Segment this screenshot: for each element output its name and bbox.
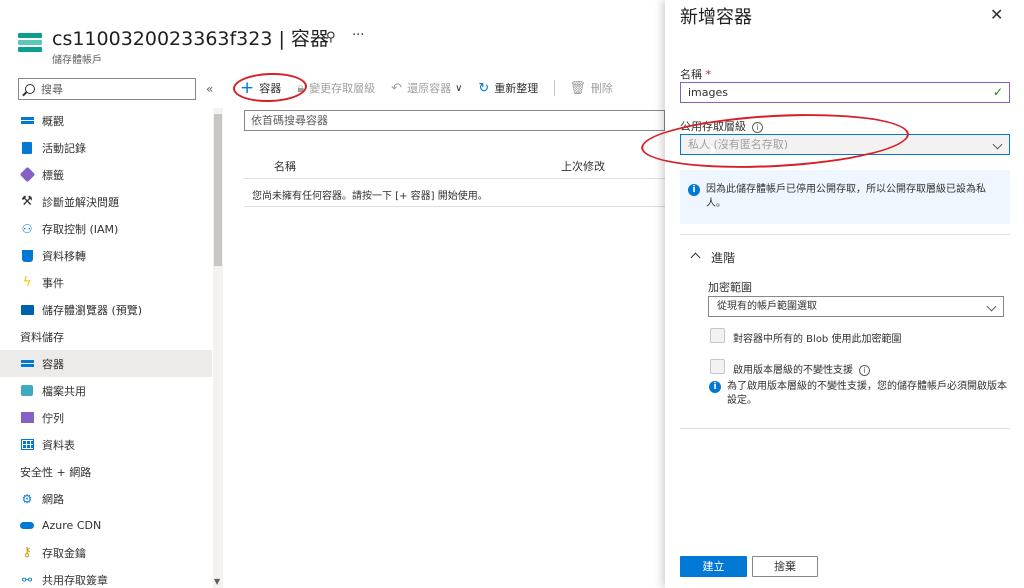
- sidebar-item-diagnose[interactable]: ⚒ 診斷並解決問題: [0, 188, 212, 215]
- create-button[interactable]: 建立: [680, 556, 747, 577]
- overview-icon: [20, 115, 34, 127]
- add-container-button[interactable]: + 容器: [240, 78, 281, 98]
- network-icon: ⚙: [21, 491, 33, 506]
- scroll-down-icon[interactable]: ▼: [214, 577, 220, 586]
- delete-button[interactable]: 🗑︎ 刪除: [569, 80, 613, 96]
- chevron-down-icon: ∨: [455, 82, 463, 94]
- storage-account-icon: [18, 33, 42, 53]
- sidebar-item-overview[interactable]: 概觀: [0, 107, 212, 134]
- command-bar: + 容器 🔒︎ 變更存取層級 ↶ 還原容器 ∨ ↻ 重新整理 🗑︎ 刪除: [240, 78, 629, 98]
- lock-icon: 🔒︎: [297, 80, 305, 96]
- versioning-note: i 為了啟用版本層級的不變性支援，您的儲存體帳戶必須開啟版本設定。: [709, 380, 1009, 408]
- page-title: cs1100320023363f323 | 容器: [52, 28, 329, 50]
- info-icon[interactable]: i: [859, 364, 870, 376]
- chevron-up-icon[interactable]: [690, 252, 701, 263]
- people-icon: ⚇: [21, 221, 33, 236]
- chevron-down-icon: [986, 301, 997, 312]
- table-header-divider: [244, 178, 665, 179]
- sidebar-item-tables[interactable]: 資料表: [0, 431, 212, 458]
- link-icon: ⚯: [21, 572, 33, 587]
- restore-containers-button[interactable]: ↶ 還原容器 ∨: [391, 80, 462, 96]
- divider: [680, 234, 1010, 235]
- encryption-scope-dropdown[interactable]: 從現有的帳戶範圍選取: [708, 296, 1004, 317]
- collapse-sidebar-button[interactable]: «: [206, 82, 213, 96]
- more-options-button[interactable]: ···: [352, 28, 364, 43]
- info-icon[interactable]: i: [752, 121, 763, 133]
- version-immutability-label: 啟用版本層級的不變性支援 i: [733, 361, 870, 376]
- sidebar-search-input[interactable]: 搜尋: [18, 78, 196, 100]
- change-access-level-button[interactable]: 🔒︎ 變更存取層級: [297, 80, 375, 96]
- data-migration-icon: [20, 249, 34, 262]
- sidebar-item-iam[interactable]: ⚇ 存取控制 (IAM): [0, 215, 212, 242]
- use-encryption-scope-checkbox[interactable]: [710, 328, 725, 343]
- public-access-level-dropdown[interactable]: 私人 (沒有匿名存取): [680, 134, 1010, 155]
- encryption-scope-label: 加密範圍: [708, 281, 752, 294]
- container-icon: [20, 358, 34, 370]
- sidebar-nav: 概觀 活動記錄 標籤 ⚒ 診斷並解決問題 ⚇ 存取控制 (IAM) 資料移轉 ϟ…: [0, 107, 212, 588]
- discard-button[interactable]: 捨棄: [752, 556, 818, 577]
- search-icon: [25, 84, 35, 94]
- new-container-panel: 新增容器 ✕ 名稱 * images ✓ 公用存取層級 i 私人 (沒有匿名存取)…: [665, 0, 1024, 588]
- key-icon: ⚷: [22, 545, 32, 560]
- toolbar-divider: [554, 80, 556, 96]
- section-security-networking: 安全性 + 網路: [20, 465, 92, 479]
- table-icon: [20, 439, 34, 451]
- table-row-divider: [244, 206, 665, 207]
- mouse-cursor-icon: [711, 146, 717, 154]
- lightning-icon: ϟ: [22, 275, 32, 290]
- sidebar-item-azure-cdn[interactable]: Azure CDN: [0, 512, 212, 539]
- tag-icon: [19, 166, 35, 183]
- activity-log-icon: [20, 141, 34, 154]
- file-share-icon: [20, 385, 34, 397]
- use-encryption-scope-label: 對容器中所有的 Blob 使用此加密範圍: [733, 334, 902, 345]
- wrench-icon: ⚒: [21, 194, 33, 209]
- sidebar-item-events[interactable]: ϟ 事件: [0, 269, 212, 296]
- storage-explorer-icon: [20, 304, 34, 316]
- sidebar: 搜尋 « 概觀 活動記錄 標籤 ⚒ 診斷並解決問題 ⚇ 存取控制 (IAM) 資…: [0, 72, 226, 588]
- panel-title: 新增容器: [680, 7, 752, 28]
- sidebar-item-tags[interactable]: 標籤: [0, 161, 212, 188]
- container-name-input[interactable]: images ✓: [680, 82, 1010, 103]
- empty-state-message: 您尚未擁有任何容器。請按一下 [+ 容器] 開始使用。: [252, 191, 488, 202]
- chevron-down-icon: [992, 139, 1003, 150]
- info-circle-icon: i: [688, 184, 700, 196]
- info-circle-icon: i: [709, 381, 721, 393]
- column-header-name[interactable]: 名稱: [274, 158, 296, 174]
- queue-icon: [20, 412, 34, 424]
- undo-icon: ↶: [391, 80, 403, 96]
- cdn-icon: [20, 520, 34, 532]
- sidebar-item-containers[interactable]: 容器: [0, 350, 212, 377]
- info-banner: i 因為此儲存體帳戶已停用公開存取，所以公開存取層級已設為私人。: [680, 170, 1010, 224]
- pin-icon[interactable]: ⚲: [326, 30, 336, 45]
- close-icon[interactable]: ✕: [990, 5, 1003, 24]
- refresh-icon: ↻: [478, 80, 490, 96]
- name-label: 名稱 *: [680, 68, 711, 81]
- public-access-level-label: 公用存取層級 i: [680, 118, 763, 134]
- sidebar-item-queues[interactable]: 佇列: [0, 404, 212, 431]
- sidebar-item-access-keys[interactable]: ⚷ 存取金鑰: [0, 539, 212, 566]
- plus-icon: +: [240, 78, 255, 98]
- advanced-section-toggle[interactable]: 進階: [711, 249, 735, 266]
- valid-check-icon: ✓: [992, 85, 1003, 99]
- sidebar-item-data-migration[interactable]: 資料移轉: [0, 242, 212, 269]
- sidebar-item-storage-explorer[interactable]: 儲存體瀏覽器 (預覽): [0, 296, 212, 323]
- sidebar-item-file-shares[interactable]: 檔案共用: [0, 377, 212, 404]
- sidebar-item-networking[interactable]: ⚙ 網路: [0, 485, 212, 512]
- refresh-button[interactable]: ↻ 重新整理: [478, 80, 538, 96]
- version-immutability-checkbox[interactable]: [710, 359, 725, 374]
- container-prefix-search-input[interactable]: 依首碼搜尋容器: [244, 110, 665, 131]
- page-subtitle: 儲存體帳戶: [52, 55, 102, 66]
- page-header: cs1100320023363f323 | 容器 儲存體帳戶 ⚲ ···: [0, 0, 665, 66]
- sidebar-scrollbar-thumb[interactable]: [214, 114, 222, 266]
- sidebar-item-activity-log[interactable]: 活動記錄: [0, 134, 212, 161]
- section-data-storage: 資料儲存: [20, 330, 64, 344]
- divider: [680, 428, 1010, 429]
- column-header-last-modified[interactable]: 上次修改: [561, 158, 605, 174]
- trash-icon: 🗑︎: [569, 80, 586, 96]
- sidebar-item-sas[interactable]: ⚯ 共用存取簽章: [0, 566, 212, 588]
